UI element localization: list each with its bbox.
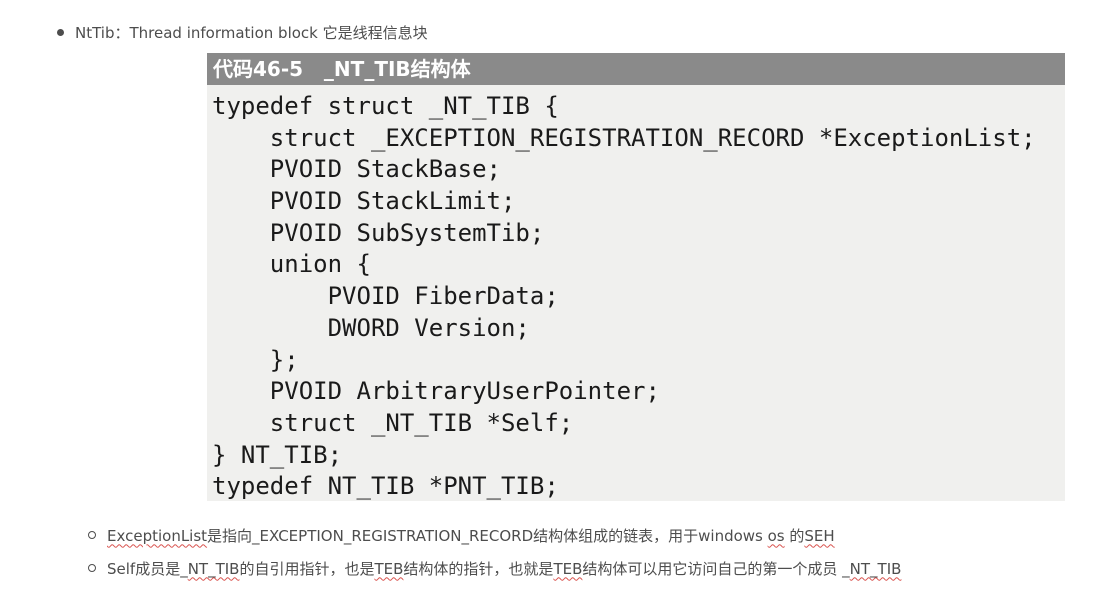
sub-bullet-list: ExceptionList是指向_EXCEPTION_REGISTRATION_… bbox=[88, 520, 901, 586]
top-bullet-text: NtTib：Thread information block 它是线程信息块 bbox=[75, 23, 428, 42]
text-segment: 是指向_EXCEPTION_REGISTRATION_RECORD结构体组成的链… bbox=[207, 526, 768, 545]
code-line: PVOID StackLimit; bbox=[212, 187, 516, 216]
spellcheck-flagged-word: TEB bbox=[553, 559, 583, 578]
bullet-circle-icon bbox=[88, 564, 96, 572]
code-line: PVOID StackBase; bbox=[212, 155, 501, 184]
code-line: struct _EXCEPTION_REGISTRATION_RECORD *E… bbox=[212, 123, 1036, 152]
spellcheck-flagged-word: os bbox=[767, 526, 785, 545]
sub-bullet-item: ExceptionList是指向_EXCEPTION_REGISTRATION_… bbox=[88, 520, 901, 550]
text-segment: Self成员是_ bbox=[107, 559, 188, 578]
sub-bullet-item: Self成员是_NT_TIB的自引用指针，也是TEB结构体的指针，也就是TEB结… bbox=[88, 553, 901, 583]
code-block: typedef struct _NT_TIB { struct _EXCEPTI… bbox=[212, 91, 1036, 501]
text-segment: 结构体的指针，也就是 bbox=[403, 559, 554, 578]
code-figure-image: 代码46-5 _NT_TIB结构体 typedef struct _NT_TIB… bbox=[207, 53, 1065, 501]
top-bullet-item: NtTib：Thread information block 它是线程信息块 bbox=[57, 20, 428, 44]
code-line: union { bbox=[212, 250, 371, 279]
code-line: DWORD Version; bbox=[212, 313, 530, 342]
code-line: PVOID FiberData; bbox=[212, 282, 559, 311]
code-line: } NT_TIB; bbox=[212, 440, 343, 469]
sub-bullet-text: Self成员是_NT_TIB的自引用指针，也是TEB结构体的指针，也就是TEB结… bbox=[107, 558, 901, 579]
text-segment: 的 bbox=[784, 526, 805, 545]
code-line: }; bbox=[212, 345, 299, 374]
bullet-circle-icon bbox=[88, 531, 96, 539]
spellcheck-flagged-word: ExceptionList bbox=[107, 526, 208, 545]
code-line: PVOID ArbitraryUserPointer; bbox=[212, 377, 660, 406]
sub-bullet-text: ExceptionList是指向_EXCEPTION_REGISTRATION_… bbox=[107, 525, 835, 546]
spellcheck-flagged-word: SEH bbox=[804, 526, 835, 545]
text-segment: 的自引用指针，也是 bbox=[239, 559, 375, 578]
spellcheck-flagged-word: TEB bbox=[374, 559, 404, 578]
code-line: typedef NT_TIB *PNT_TIB; bbox=[212, 472, 559, 501]
code-line: typedef struct _NT_TIB { bbox=[212, 92, 559, 120]
bullet-disc-icon bbox=[57, 28, 64, 36]
code-line: PVOID SubSystemTib; bbox=[212, 218, 545, 247]
spellcheck-flagged-word: NT_TIB bbox=[849, 559, 902, 578]
text-segment: 结构体可以用它访问自己的第一个成员 _ bbox=[582, 559, 850, 578]
figure-caption: 代码46-5 _NT_TIB结构体 bbox=[207, 53, 1065, 85]
spellcheck-flagged-word: NT_TIB bbox=[187, 559, 240, 578]
code-line: struct _NT_TIB *Self; bbox=[212, 408, 574, 437]
